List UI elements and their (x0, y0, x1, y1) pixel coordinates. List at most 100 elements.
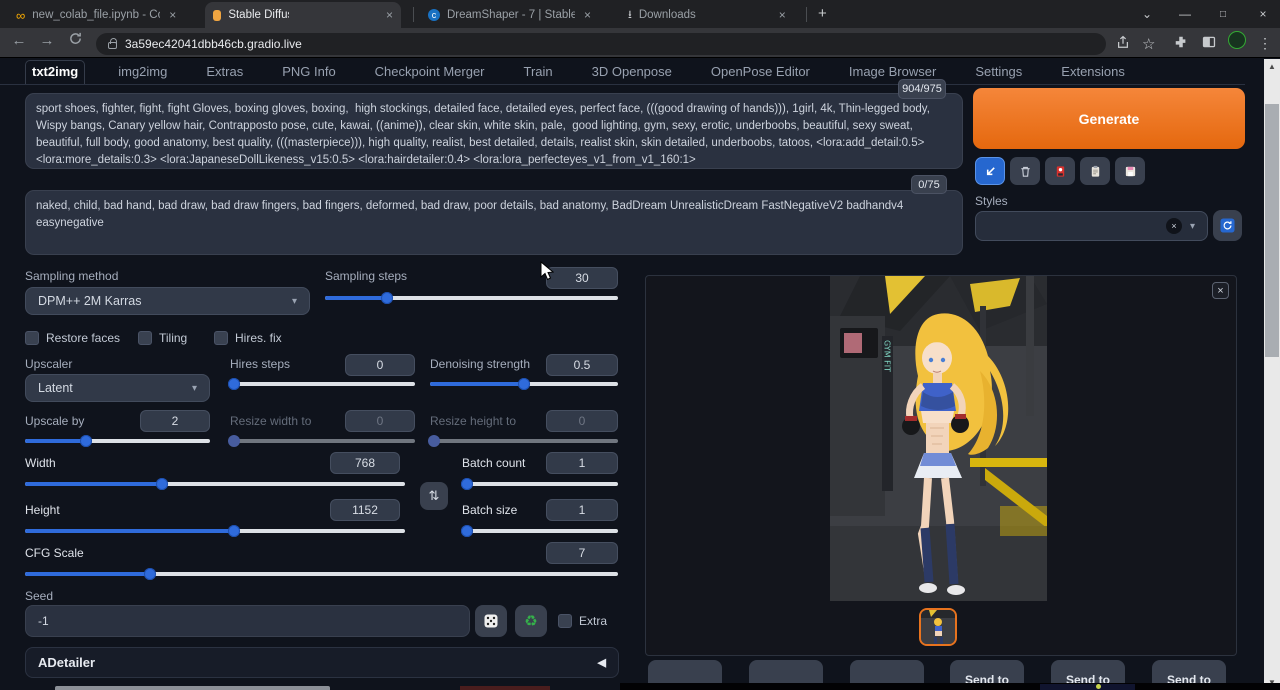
tab-settings[interactable]: Settings (969, 61, 1028, 84)
window-minimize-button[interactable]: — (1168, 0, 1202, 28)
window-maximize-button[interactable]: □ (1206, 0, 1240, 28)
forward-icon[interactable]: → (36, 32, 58, 49)
batch-count-slider[interactable] (462, 477, 618, 491)
clear-prompt-trash-button[interactable] (1010, 157, 1040, 185)
gallery-thumbnail[interactable] (919, 608, 957, 646)
chevron-down-icon: ▾ (1190, 221, 1195, 232)
sampling-method-dropdown[interactable]: DPM++ 2M Karras ▾ (25, 287, 310, 315)
bottom-overlay-strip (620, 683, 1280, 690)
paste-params-arrow-button[interactable] (975, 157, 1005, 185)
checkbox-box[interactable] (214, 331, 228, 345)
tiling-label: Tiling (159, 331, 187, 345)
mouse-cursor (540, 261, 554, 281)
styles-label: Styles (975, 194, 1008, 208)
upscale-by-input[interactable]: 2 (140, 410, 210, 432)
negative-prompt-textarea[interactable]: naked, child, bad hand, bad draw, bad dr… (25, 190, 963, 255)
extra-seed-checkbox[interactable]: Extra (558, 614, 607, 628)
checkbox-box[interactable] (25, 331, 39, 345)
lock-icon (108, 42, 117, 49)
adetailer-accordion[interactable]: ADetailer ◀ (25, 647, 619, 678)
tab-train[interactable]: Train (518, 61, 559, 84)
refresh-styles-button[interactable] (1213, 210, 1242, 241)
tab-extras[interactable]: Extras (200, 61, 249, 84)
generated-image[interactable]: GYM FIT (830, 276, 1047, 601)
close-tab-icon[interactable]: × (169, 8, 176, 22)
close-tab-icon[interactable]: × (386, 8, 393, 22)
kebab-menu-icon[interactable]: ⋮ (1258, 35, 1272, 52)
tab-extensions[interactable]: Extensions (1055, 61, 1131, 84)
back-icon[interactable]: ← (8, 32, 30, 49)
apply-styles-clipboard-button[interactable] (1080, 157, 1110, 185)
scroll-up-icon[interactable]: ▲ (1264, 59, 1280, 74)
reload-icon[interactable] (64, 32, 86, 49)
batch-size-slider[interactable] (462, 524, 618, 538)
bookmark-star-icon[interactable]: ☆ (1142, 35, 1155, 53)
extensions-puzzle-icon[interactable] (1174, 35, 1188, 52)
tab-openpose-editor[interactable]: OpenPose Editor (705, 61, 816, 84)
svg-text:GYM FIT: GYM FIT (883, 340, 892, 372)
page-scrollbar[interactable]: ▲ ▼ (1264, 59, 1280, 690)
tiling-checkbox[interactable]: Tiling (138, 331, 187, 345)
close-tab-icon[interactable]: × (779, 8, 786, 22)
height-input[interactable]: 1152 (330, 499, 400, 521)
share-icon[interactable] (1116, 35, 1130, 52)
denoising-strength-input[interactable]: 0.5 (546, 354, 618, 376)
browser-tab-downloads[interactable]: ⭳ Downloads × (620, 2, 798, 28)
clear-styles-icon[interactable]: × (1166, 218, 1182, 234)
height-slider[interactable] (25, 524, 405, 538)
scrollbar-thumb[interactable] (1265, 104, 1279, 357)
seed-input[interactable]: -1 (25, 605, 470, 637)
close-gallery-icon[interactable]: × (1212, 282, 1229, 299)
denoising-strength-slider[interactable] (430, 377, 618, 391)
generate-button[interactable]: Generate (973, 88, 1245, 149)
hires-steps-input[interactable]: 0 (345, 354, 415, 376)
reuse-seed-recycle-button[interactable]: ♻ (515, 605, 547, 637)
close-tab-icon[interactable]: × (584, 8, 591, 22)
upscale-by-slider[interactable] (25, 434, 210, 448)
hires-steps-slider[interactable] (230, 377, 415, 391)
extra-networks-card-button[interactable] (1045, 157, 1075, 185)
hires-fix-checkbox[interactable]: Hires. fix (214, 331, 282, 345)
height-label: Height (25, 503, 60, 517)
webui-tab-strip: txt2img img2img Extras PNG Info Checkpoi… (25, 60, 1131, 84)
new-tab-button[interactable]: + (818, 5, 827, 22)
checkbox-box[interactable] (558, 614, 572, 628)
prompt-textarea[interactable]: sport shoes, fighter, fight, fight Glove… (25, 93, 963, 169)
sampling-steps-input[interactable]: 30 (546, 267, 618, 289)
tab-txt2img[interactable]: txt2img (25, 60, 85, 84)
colab-icon: ∞ (16, 8, 25, 23)
url-text: 3a59ec42041dbb46cb.gradio.live (125, 37, 302, 51)
tab-3d-openpose[interactable]: 3D Openpose (586, 61, 678, 84)
restore-faces-checkbox[interactable]: Restore faces (25, 331, 120, 345)
tab-img2img[interactable]: img2img (112, 61, 173, 84)
tab-checkpoint-merger[interactable]: Checkpoint Merger (369, 61, 491, 84)
batch-count-input[interactable]: 1 (546, 452, 618, 474)
width-input[interactable]: 768 (330, 452, 400, 474)
browser-tab-colab[interactable]: ∞ new_colab_file.ipynb - Colaborat × (8, 2, 186, 28)
swap-dimensions-button[interactable]: ⇅ (420, 482, 448, 510)
profile-avatar[interactable] (1228, 31, 1246, 49)
checkbox-box[interactable] (138, 331, 152, 345)
cfg-scale-input[interactable]: 7 (546, 542, 618, 564)
width-label: Width (25, 456, 56, 470)
styles-dropdown[interactable]: × ▾ (975, 211, 1208, 241)
upscale-by-label: Upscale by (25, 414, 84, 428)
tab-png-info[interactable]: PNG Info (276, 61, 341, 84)
sampling-steps-slider[interactable] (325, 291, 618, 305)
watermark-fragment (1040, 684, 1135, 690)
batch-size-input[interactable]: 1 (546, 499, 618, 521)
upscaler-label: Upscaler (25, 357, 72, 371)
browser-tab-stable-diffusion[interactable]: Stable Diffusion × (205, 2, 401, 28)
tab-search-chevron-icon[interactable]: ⌄ (1130, 0, 1164, 28)
save-style-floppy-button[interactable] (1115, 157, 1145, 185)
output-gallery-panel: GYM FIT (645, 275, 1237, 656)
browser-tab-dreamshaper[interactable]: c DreamShaper - 7 | Stable Diffusio × (420, 2, 600, 28)
adetailer-label: ADetailer (38, 655, 95, 670)
cfg-scale-slider[interactable] (25, 567, 618, 581)
url-bar[interactable]: 3a59ec42041dbb46cb.gradio.live (96, 33, 1106, 55)
sidebar-icon[interactable] (1202, 35, 1216, 52)
width-slider[interactable] (25, 477, 405, 491)
window-close-button[interactable]: × (1246, 0, 1280, 28)
random-seed-dice-button[interactable] (475, 605, 507, 637)
upscaler-dropdown[interactable]: Latent ▾ (25, 374, 210, 402)
